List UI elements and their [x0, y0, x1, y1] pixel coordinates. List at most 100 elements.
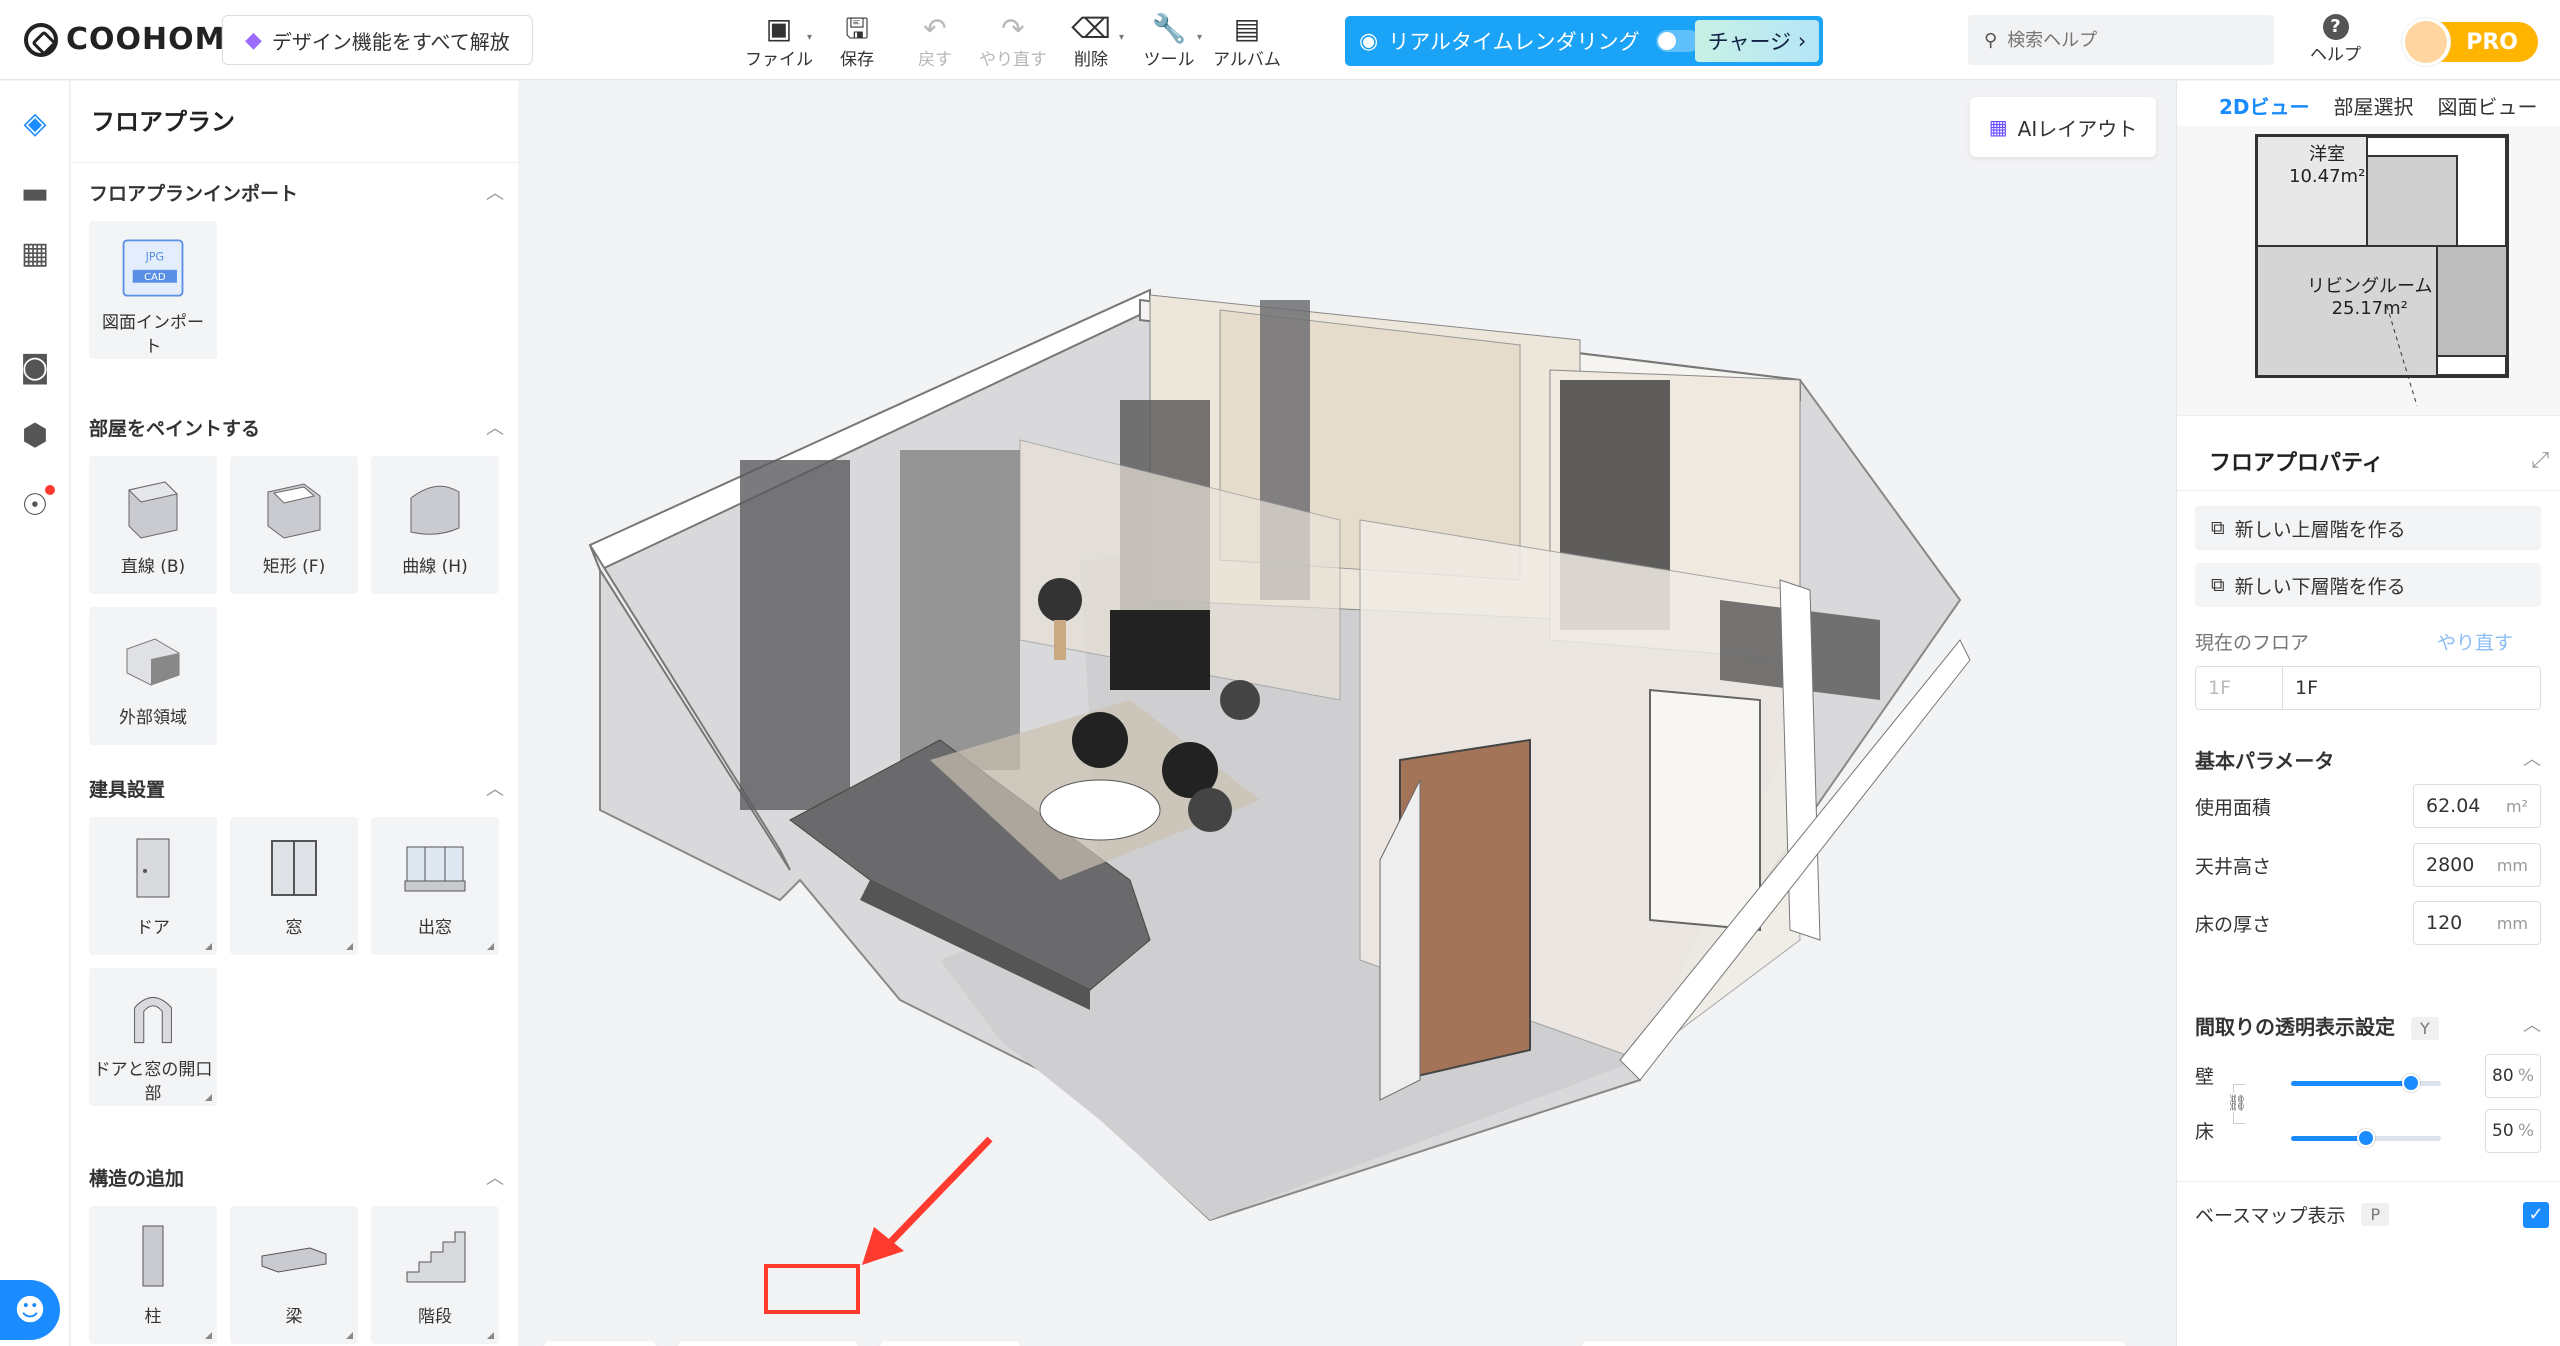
charge-button[interactable]: チャージ ›	[1695, 20, 1819, 62]
card-label: 直線 (B)	[120, 557, 186, 577]
section-title: フロアプランインポート	[89, 183, 299, 205]
floorplan-3d-render	[588, 288, 1971, 1222]
basemap-checkbox[interactable]: ✓	[2523, 1201, 2549, 1228]
floor-opacity-slider[interactable]	[2291, 1129, 2441, 1147]
import-drawing-card[interactable]: JPG CAD 図面インポート	[89, 221, 217, 359]
help-button[interactable]: ? ヘルプ	[2310, 14, 2361, 65]
chevron-up-icon[interactable]: ︿	[486, 1164, 504, 1194]
expand-corner-icon	[487, 1332, 494, 1339]
import-drawing-icon: JPG CAD	[122, 239, 184, 297]
chevron-up-icon[interactable]: ︿	[486, 414, 504, 444]
package-icon[interactable]: ⬢	[11, 411, 59, 459]
opening-card[interactable]: ドアと窓の開口部	[89, 968, 217, 1106]
transparency-header[interactable]: 間取りの透明表示設定 Y ︿	[2195, 1011, 2541, 1040]
beam-card[interactable]: 梁	[230, 1206, 358, 1344]
view-3d-button[interactable]: 3D▼	[762, 1341, 846, 1346]
unlock-features-button[interactable]: ◆ デザイン機能をすべて解放	[222, 15, 533, 65]
redo-link[interactable]: やり直す	[2437, 628, 2513, 655]
zoom-area-button[interactable]: ⊕	[1840, 1341, 1902, 1346]
tab-2d-view[interactable]: 2Dビュー	[2219, 91, 2310, 121]
tool-label: アルバム	[1213, 49, 1281, 70]
section-title: 部屋をペイントする	[89, 418, 261, 440]
chevron-up-icon[interactable]: ︿	[486, 775, 504, 805]
floor-thickness-input[interactable]: 120 mm	[2413, 901, 2541, 945]
chat-icon[interactable]: ☻	[0, 1280, 60, 1340]
undo-button[interactable]: ↶ 戻す	[896, 10, 974, 72]
zoom-out-button[interactable]: −	[1902, 1341, 1948, 1346]
stairs-icon	[406, 1231, 466, 1283]
view-2d-button[interactable]: 2D▼	[678, 1341, 762, 1346]
card-label: ドア	[136, 918, 170, 938]
logo[interactable]: COOHOM	[24, 22, 226, 57]
diamond-icon: ◆	[245, 27, 262, 53]
expand-icon[interactable]: ⤢	[2531, 448, 2549, 473]
add-upper-floor-button[interactable]: ⧉ 新しい上層階を作る	[2195, 506, 2541, 550]
exterior-area-card[interactable]: 外部領域	[89, 607, 217, 745]
floor-name-input[interactable]: 1F	[2283, 666, 2541, 710]
screenshot-button[interactable]: ▨	[1592, 1341, 1654, 1346]
camera-icon[interactable]: ◙	[11, 343, 59, 391]
divider	[2177, 1181, 2560, 1182]
add-lower-floor-button[interactable]: ⧉ 新しい下層階を作る	[2195, 563, 2541, 607]
straight-room-card[interactable]: 直線 (B)	[89, 456, 217, 594]
minimap[interactable]: 洋室 10.47m² リビングルーム 25.17m²	[2177, 126, 2560, 416]
search-input[interactable]	[2007, 29, 2248, 51]
file-menu-button[interactable]: ▣ ファイル ▾	[740, 10, 818, 72]
card-label: 梁	[285, 1307, 303, 1327]
render-toggle[interactable]	[1655, 30, 1700, 52]
link-icon[interactable]: ⛓	[2227, 1093, 2248, 1112]
ceiling-unit: mm	[2496, 855, 2528, 875]
area-row: 使用面積 62.04 m²	[2195, 784, 2541, 828]
section-fixtures: 建具設置 ︿ ドア 窓 出窓 ドアと窓の開口部	[89, 775, 504, 1106]
exterior-area-icon	[126, 638, 180, 686]
chevron-up-icon: ︿	[2523, 1015, 2541, 1036]
room-area: 10.47m²	[2289, 166, 2366, 187]
tab-room-select[interactable]: 部屋選択	[2334, 91, 2414, 121]
zoom-in-button[interactable]: +	[2038, 1341, 2084, 1346]
avatar[interactable]	[2402, 18, 2450, 66]
floor-select[interactable]: 1F	[2195, 666, 2283, 710]
lightbulb-icon[interactable]: ☉	[11, 481, 59, 529]
fit-view-button[interactable]: ⛶	[1654, 1341, 1716, 1346]
tools-menu-button[interactable]: 🔧 ツール ▾	[1130, 10, 1208, 72]
slider-knob[interactable]	[2357, 1129, 2375, 1147]
rectangle-room-card[interactable]: 矩形 (F)	[230, 456, 358, 594]
floor-selector[interactable]: ≋ 1F ▼	[544, 1341, 656, 1346]
window-card[interactable]: 窓	[230, 817, 358, 955]
card-label: 図面インポート	[102, 313, 204, 357]
save-button[interactable]: 🖫 保存	[818, 10, 896, 72]
album-button[interactable]: ▤ アルバム	[1208, 10, 1286, 72]
floor-thickness-value: 120	[2426, 912, 2463, 934]
ai-layout-label: AIレイアウト	[2017, 116, 2138, 141]
album-icon: ▤	[1233, 11, 1261, 45]
basic-params-header[interactable]: 基本パラメータ ︿	[2195, 745, 2541, 774]
cube-view-button[interactable]: ▣	[950, 1341, 1020, 1346]
materials-icon[interactable]: ▦	[11, 229, 59, 277]
ai-layout-button[interactable]: ▦ AIレイアウト	[1970, 97, 2156, 157]
bay-window-card[interactable]: 出窓	[371, 817, 499, 955]
focus-button[interactable]: ⊡	[1778, 1341, 1840, 1346]
view-settings-button[interactable]: ⚙	[1716, 1341, 1778, 1346]
wall-opacity-slider[interactable]	[2291, 1074, 2441, 1092]
chevron-up-icon[interactable]: ︿	[486, 179, 504, 209]
curve-room-card[interactable]: 曲線 (H)	[371, 456, 499, 594]
slider-knob[interactable]	[2402, 1074, 2420, 1092]
area-input[interactable]: 62.04 m²	[2413, 784, 2541, 828]
pillar-card[interactable]: 柱	[89, 1206, 217, 1344]
door-card[interactable]: ドア	[89, 817, 217, 955]
redo-button[interactable]: ↷ やり直す	[974, 10, 1052, 72]
render-label: リアルタイムレンダリング	[1388, 30, 1640, 54]
furniture-icon[interactable]: ▬	[11, 169, 59, 217]
tool-label: ツール	[1143, 49, 1195, 70]
stairs-card[interactable]: 階段	[371, 1206, 499, 1344]
tab-drawing-view[interactable]: 図面ビュー	[2438, 91, 2538, 121]
wall-opacity-input[interactable]: 80%	[2485, 1053, 2541, 1098]
ceiling-input[interactable]: 2800 mm	[2413, 843, 2541, 887]
delete-button[interactable]: ⌫ 削除 ▾	[1052, 10, 1130, 72]
bay-window-icon	[404, 846, 466, 892]
floorplan-icon[interactable]: ◈	[11, 99, 59, 147]
floor-opacity-input[interactable]: 50%	[2485, 1108, 2541, 1153]
design-canvas[interactable]: ▦ AIレイアウト ≋ 1F ▼ 2D▼ 3D▼ ◉ ▣ ▨ ⛶ ⚙ ⊡	[518, 81, 2178, 1346]
card-label: 柱	[144, 1307, 162, 1327]
visibility-button[interactable]: ◉	[880, 1341, 950, 1346]
